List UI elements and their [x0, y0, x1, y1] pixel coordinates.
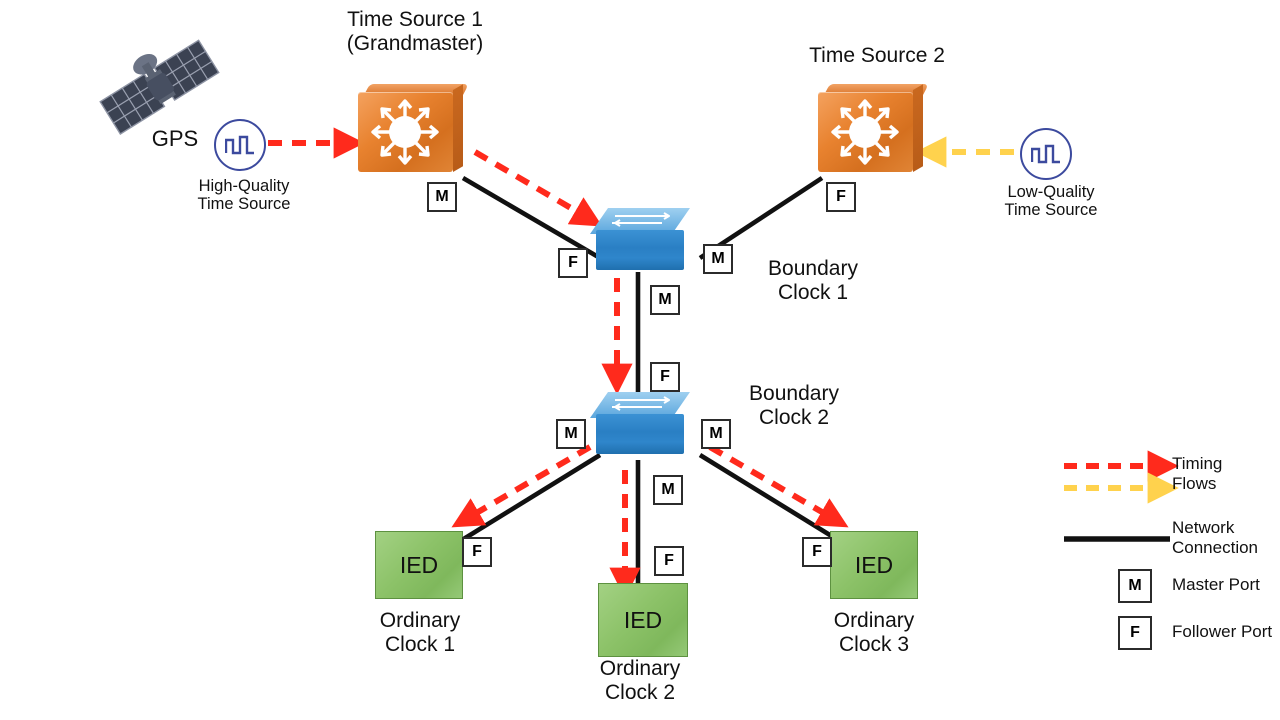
ordinary-clock-3-label: Ordinary Clock 3	[833, 609, 915, 656]
port-badge-oc3-follower: F	[802, 537, 832, 567]
time-source-2-title: Time Source 2	[809, 44, 945, 67]
boundary-clock-1-label: Boundary Clock 1	[768, 257, 858, 304]
router-front-face	[358, 92, 453, 172]
switch-front-face	[596, 414, 684, 454]
port-badge-bc1-master-down: M	[650, 285, 680, 315]
port-badge-bc1-follower-left: F	[558, 248, 588, 278]
high-quality-time-source-label: High-Quality Time Source	[197, 177, 291, 214]
port-badge-bc2-master-left: M	[556, 419, 586, 449]
legend-master-port-badge: M	[1118, 569, 1152, 603]
low-quality-clock-pulse-icon	[1020, 128, 1072, 180]
boundary-clock-2-switch[interactable]	[590, 392, 690, 454]
port-badge-bc1-master-right: M	[703, 244, 733, 274]
ptp-network-diagram: Time Source 1 (Grandmaster) Time Source …	[0, 0, 1280, 720]
port-badge-bc2-master-right: M	[701, 419, 731, 449]
router-side-face	[913, 84, 923, 172]
gps-label: GPS	[151, 126, 199, 151]
boundary-clock-1-switch[interactable]	[590, 208, 690, 270]
ordinary-clock-1-label: Ordinary Clock 1	[379, 609, 461, 656]
legend-network-connection-label: Network Connection	[1172, 518, 1259, 558]
port-badge-ts1-master: M	[427, 182, 457, 212]
legend-follower-port-label: Follower Port	[1172, 622, 1273, 641]
boundary-clock-2-label: Boundary Clock 2	[749, 382, 839, 429]
high-quality-clock-pulse-icon	[214, 119, 266, 171]
port-badge-ts2-follower: F	[826, 182, 856, 212]
port-badge-oc2-follower: F	[654, 546, 684, 576]
ordinary-clock-2-label: Ordinary Clock 2	[599, 657, 681, 704]
timing-flow-arrows	[268, 127, 849, 599]
time-source-2-router[interactable]	[818, 84, 929, 172]
ordinary-clock-1-ied[interactable]: IED	[375, 531, 463, 599]
switch-front-face	[596, 230, 684, 270]
time-source-1-title: Time Source 1 (Grandmaster)	[346, 8, 484, 55]
port-badge-bc2-master-down: M	[653, 475, 683, 505]
low-quality-time-source-label: Low-Quality Time Source	[1004, 183, 1098, 220]
port-badge-bc2-follower-up: F	[650, 362, 680, 392]
router-front-face	[818, 92, 913, 172]
router-arrows-icon	[831, 99, 899, 165]
port-badge-oc1-follower: F	[462, 537, 492, 567]
legend-follower-port-badge: F	[1118, 616, 1152, 650]
time-source-1-router[interactable]	[358, 84, 469, 172]
router-arrows-icon	[371, 99, 439, 165]
gps-satellite-icon	[99, 39, 220, 135]
legend-timing-flows-label: Timing Flows	[1172, 454, 1223, 494]
legend-master-port-label: Master Port	[1172, 575, 1260, 594]
ordinary-clock-2-ied[interactable]: IED	[598, 583, 688, 657]
router-side-face	[453, 84, 463, 172]
ordinary-clock-3-ied[interactable]: IED	[830, 531, 918, 599]
